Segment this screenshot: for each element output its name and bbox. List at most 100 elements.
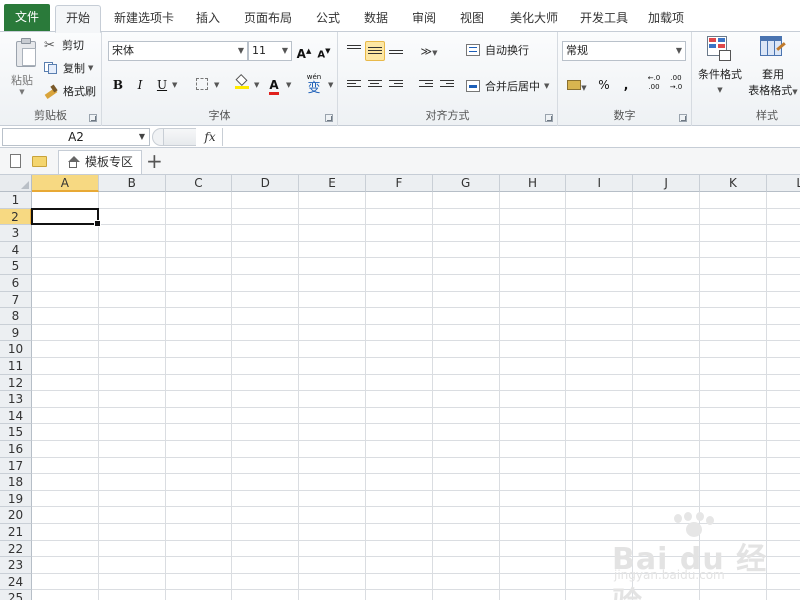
row-header-16[interactable]: 16 <box>0 441 32 458</box>
grid-column[interactable] <box>99 192 166 600</box>
row-header-17[interactable]: 17 <box>0 457 32 475</box>
bold-button[interactable]: B <box>108 75 128 95</box>
insert-function-button[interactable]: fx <box>198 128 222 146</box>
font-name-select[interactable]: 宋体 ▼ <box>108 41 248 61</box>
number-format-select[interactable]: 常规 ▼ <box>562 41 686 61</box>
fill-color-button[interactable] <box>232 73 252 95</box>
tab-data[interactable]: 数据 <box>354 6 398 32</box>
column-header-a[interactable]: A <box>32 175 99 192</box>
tab-file[interactable]: 文件 <box>4 4 50 31</box>
tab-view[interactable]: 视图 <box>450 6 494 32</box>
grid-column[interactable] <box>166 192 233 600</box>
align-bottom-button[interactable] <box>386 41 406 61</box>
row-header-15[interactable]: 15 <box>0 424 32 441</box>
italic-button[interactable]: I <box>130 75 150 95</box>
phonetic-dropdown-icon[interactable]: ▼ <box>328 81 333 89</box>
formula-bar-splitter[interactable] <box>152 128 164 146</box>
formula-input[interactable] <box>222 128 798 146</box>
new-document-icon[interactable] <box>10 154 21 168</box>
grid-column[interactable] <box>232 192 300 600</box>
row-header-13[interactable]: 13 <box>0 391 32 408</box>
tab-addins[interactable]: 加载项 <box>638 6 694 32</box>
row-header-9[interactable]: 9 <box>0 324 32 342</box>
format-painter-button[interactable]: 格式刷 <box>44 83 96 99</box>
column-header-f[interactable]: F <box>366 175 433 192</box>
tab-beautify-master[interactable]: 美化大师 <box>498 6 570 32</box>
grid-column[interactable] <box>299 192 366 600</box>
column-header-l[interactable]: L <box>766 175 800 192</box>
open-folder-icon[interactable] <box>32 156 47 167</box>
paste-button[interactable]: 粘贴 ▼ <box>4 34 40 96</box>
column-header-k[interactable]: K <box>700 175 767 192</box>
grid-column[interactable] <box>366 192 433 600</box>
row-header-14[interactable]: 14 <box>0 407 32 425</box>
decrease-font-button[interactable]: A▼ <box>314 41 334 61</box>
active-cell[interactable] <box>31 207 101 227</box>
grid-column[interactable] <box>32 192 99 600</box>
row-header-2[interactable]: 2 <box>0 208 32 226</box>
row-header-1[interactable]: 1 <box>0 192 32 209</box>
row-header-12[interactable]: 12 <box>0 374 32 392</box>
column-header-e[interactable]: E <box>299 175 366 192</box>
copy-button[interactable]: 复制 ▼ <box>44 60 93 76</box>
row-header-3[interactable]: 3 <box>0 225 32 242</box>
add-tab-icon[interactable]: + <box>146 149 163 173</box>
row-header-25[interactable]: 25 <box>0 590 32 600</box>
row-header-19[interactable]: 19 <box>0 490 32 508</box>
row-header-4[interactable]: 4 <box>0 241 32 259</box>
wrap-text-button[interactable]: 自动换行 <box>466 42 529 58</box>
doc-tab-templates[interactable]: 模板专区 <box>58 150 142 174</box>
tab-review[interactable]: 审阅 <box>402 6 446 32</box>
align-center-button[interactable] <box>365 75 385 95</box>
borders-button[interactable] <box>192 75 212 95</box>
select-all-corner[interactable] <box>0 175 32 192</box>
row-header-18[interactable]: 18 <box>0 474 32 491</box>
align-middle-button[interactable] <box>365 41 385 61</box>
underline-dropdown-icon[interactable]: ▼ <box>172 81 177 89</box>
merge-center-dropdown-icon[interactable]: ▼ <box>544 82 549 90</box>
font-color-button[interactable]: A <box>264 75 284 95</box>
increase-indent-button[interactable] <box>437 75 457 95</box>
fill-color-dropdown-icon[interactable]: ▼ <box>254 81 259 89</box>
clipboard-launcher-icon[interactable] <box>89 114 97 122</box>
row-header-22[interactable]: 22 <box>0 540 32 558</box>
tab-insert[interactable]: 插入 <box>186 6 230 32</box>
grid-column[interactable] <box>500 192 567 600</box>
paste-dropdown-icon[interactable]: ▼ <box>19 88 24 96</box>
column-header-c[interactable]: C <box>165 175 233 192</box>
row-header-6[interactable]: 6 <box>0 275 32 292</box>
column-header-d[interactable]: D <box>232 175 300 192</box>
align-top-button[interactable] <box>344 41 364 61</box>
accounting-format-button[interactable]: ▼ <box>564 75 590 95</box>
tab-page-layout[interactable]: 页面布局 <box>234 6 302 32</box>
cut-button[interactable]: ✂ 剪切 <box>44 37 84 53</box>
name-box-dropdown-icon[interactable]: ▼ <box>139 129 145 145</box>
row-header-7[interactable]: 7 <box>0 291 32 309</box>
column-header-g[interactable]: G <box>432 175 500 192</box>
column-header-i[interactable]: I <box>566 175 634 192</box>
phonetic-button[interactable]: wén 变 <box>302 72 326 98</box>
conditional-format-button[interactable]: 条件格式 ▼ <box>694 34 746 98</box>
column-header-j[interactable]: J <box>633 175 700 192</box>
tab-home[interactable]: 开始 <box>55 5 101 33</box>
row-header-8[interactable]: 8 <box>0 308 32 325</box>
row-header-20[interactable]: 20 <box>0 507 32 524</box>
font-launcher-icon[interactable] <box>325 114 333 122</box>
increase-font-button[interactable]: A▲ <box>294 41 314 61</box>
tab-formulas[interactable]: 公式 <box>306 6 350 32</box>
row-header-5[interactable]: 5 <box>0 258 32 275</box>
increase-decimal-button[interactable]: ←.0 .00 <box>644 74 664 94</box>
grid-column[interactable] <box>433 192 500 600</box>
comma-button[interactable]: , <box>616 75 636 95</box>
column-header-h[interactable]: H <box>499 175 567 192</box>
underline-button[interactable]: U <box>152 75 172 95</box>
row-header-23[interactable]: 23 <box>0 557 32 574</box>
name-box[interactable]: A2 ▼ <box>2 128 150 146</box>
align-right-button[interactable] <box>386 75 406 95</box>
tab-developer[interactable]: 开发工具 <box>574 6 634 32</box>
align-left-button[interactable] <box>344 75 364 95</box>
format-as-table-button[interactable]: 套用 表格格式▼ <box>746 34 800 98</box>
decrease-indent-button[interactable] <box>416 75 436 95</box>
borders-dropdown-icon[interactable]: ▼ <box>214 81 219 89</box>
percent-button[interactable]: % <box>594 75 614 95</box>
